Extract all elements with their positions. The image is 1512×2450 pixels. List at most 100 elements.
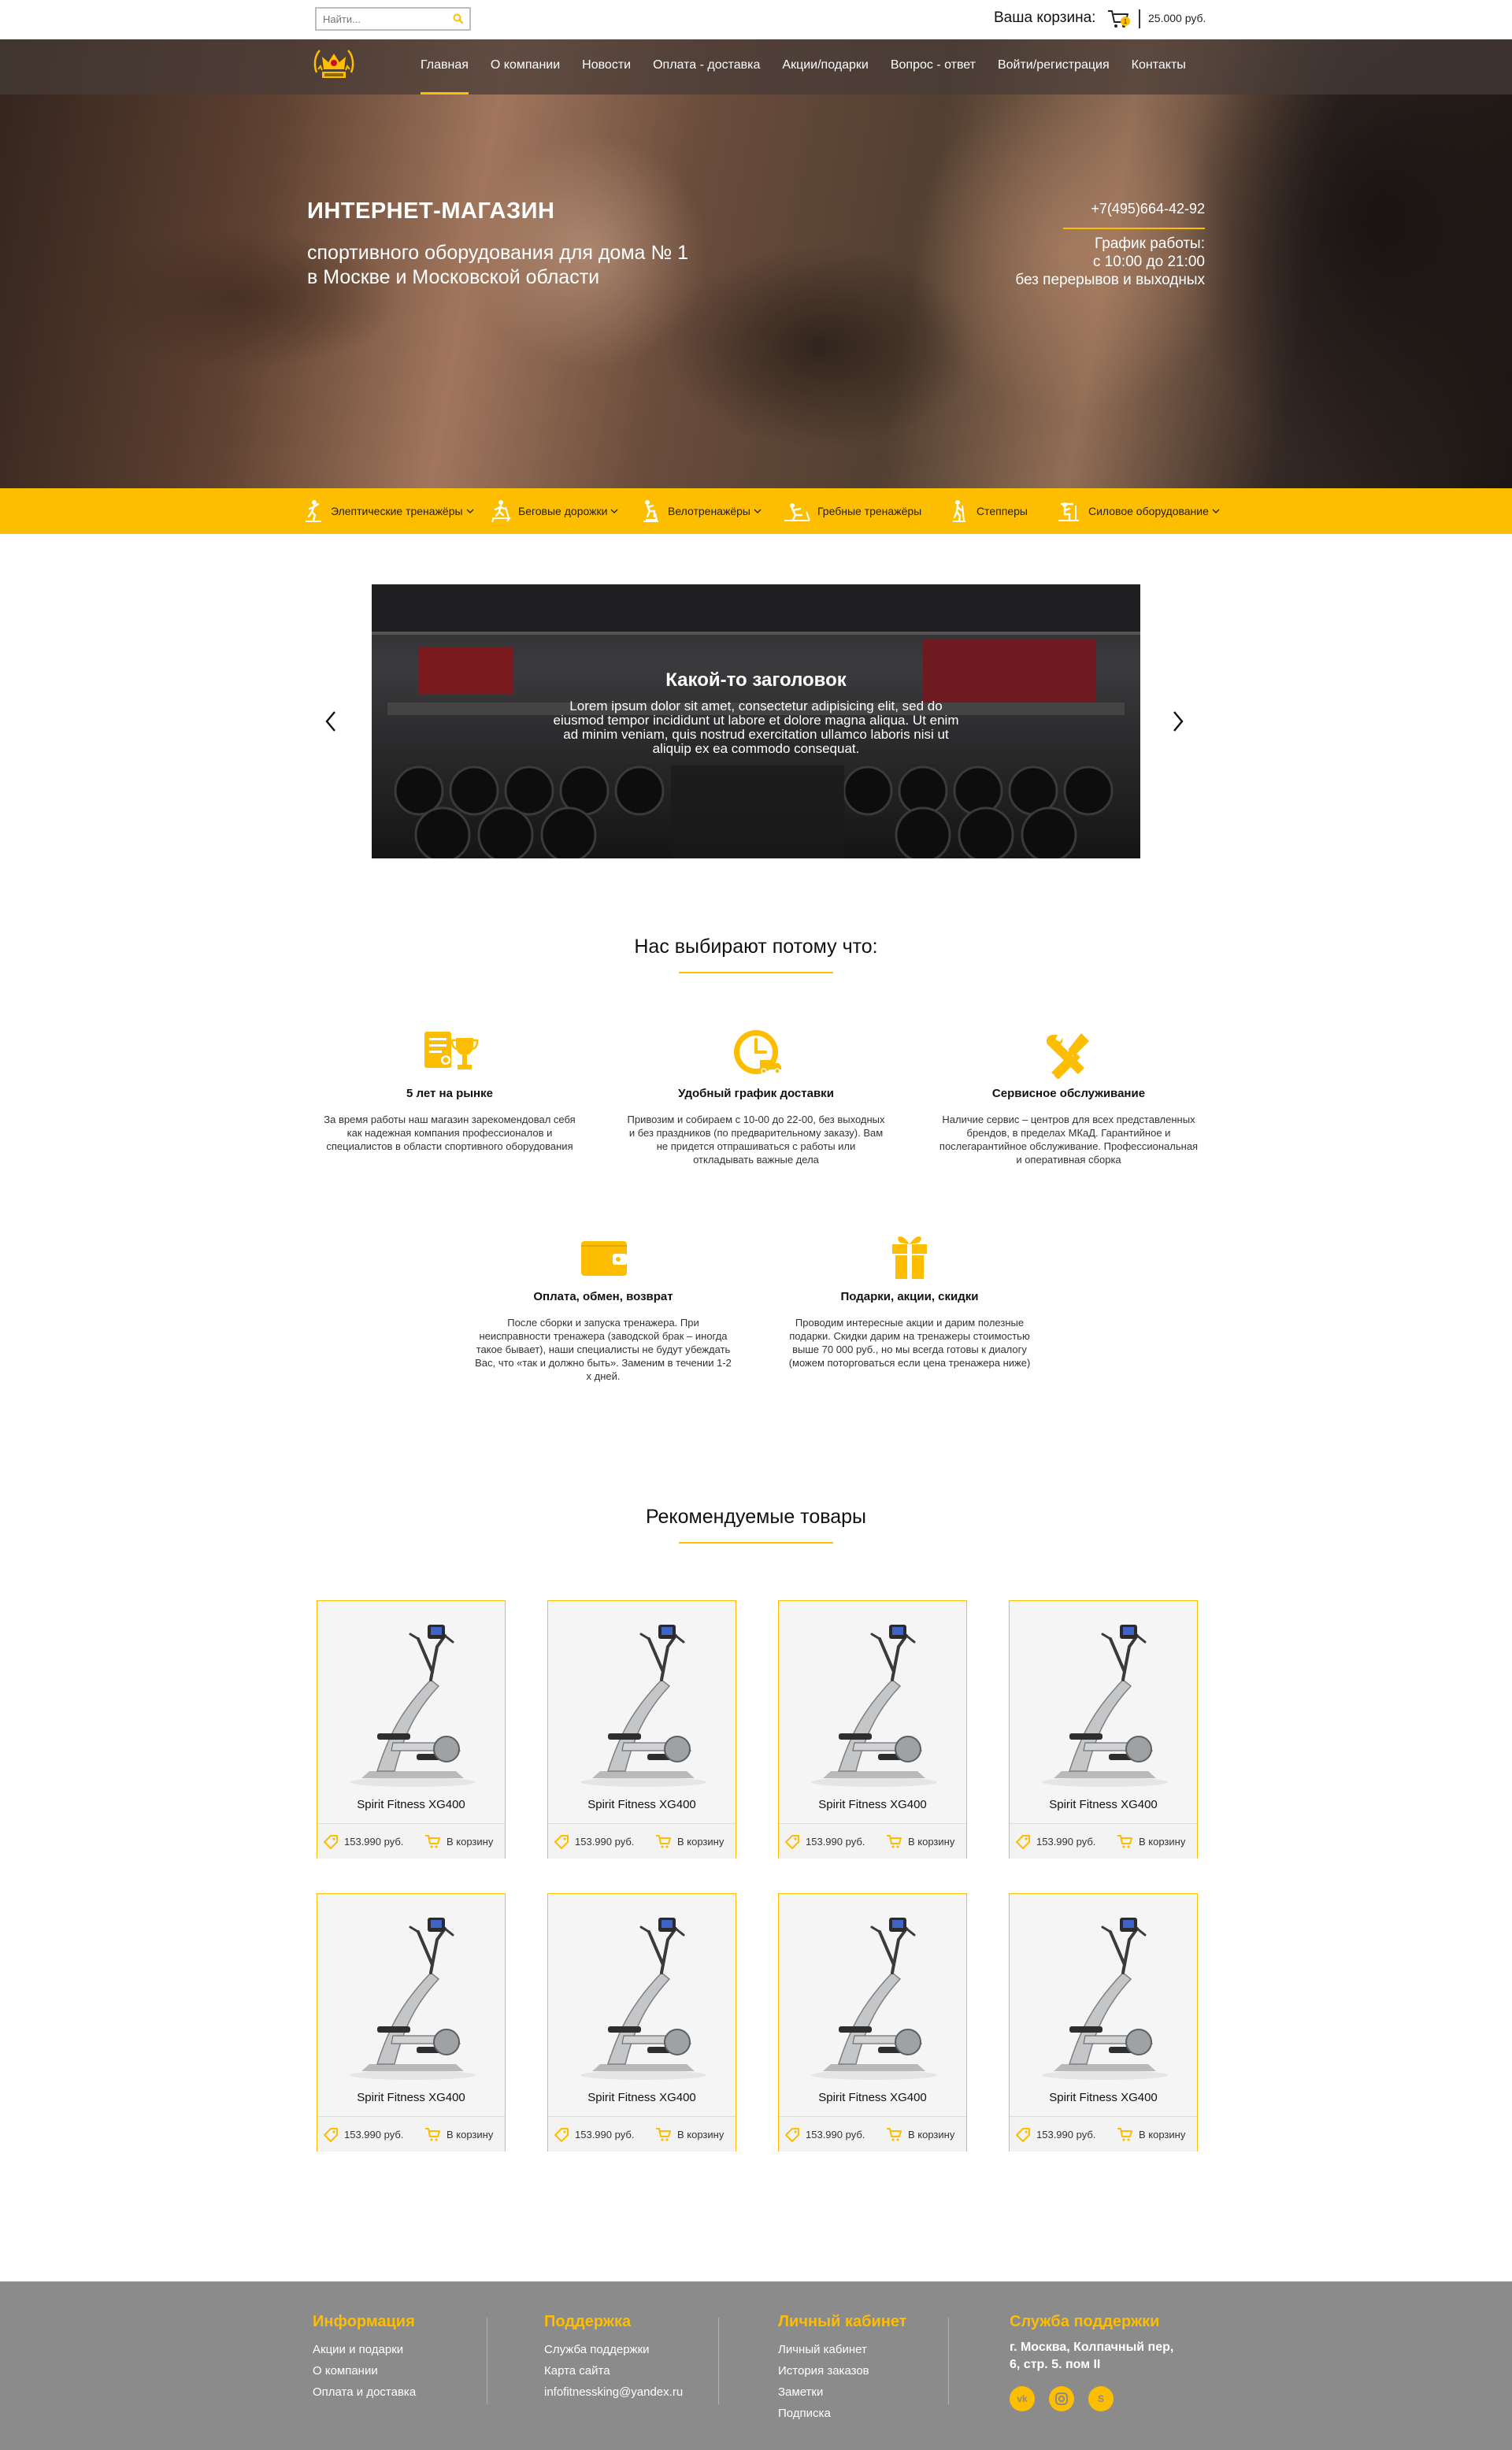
- nav-news[interactable]: Новости: [571, 39, 642, 95]
- feature-payment: Оплата, обмен, возврат После сборки и за…: [473, 1232, 733, 1383]
- footer-link[interactable]: Оплата и доставка: [313, 2381, 416, 2403]
- category-rowers[interactable]: Гребные тренажёры: [783, 488, 921, 534]
- add-to-cart-button[interactable]: В корзину: [908, 2129, 954, 2141]
- category-strength[interactable]: Силовое оборудование: [1055, 488, 1220, 534]
- footer-link[interactable]: Заметки: [778, 2381, 906, 2403]
- add-to-cart-button[interactable]: В корзину: [447, 2129, 493, 2141]
- add-to-cart-icon[interactable]: [1117, 2126, 1134, 2142]
- footer-link[interactable]: Акции и подарки: [313, 2339, 416, 2360]
- nav-about[interactable]: О компании: [480, 39, 571, 95]
- add-to-cart-button[interactable]: В корзину: [908, 1836, 954, 1848]
- product-image[interactable]: [576, 1910, 710, 2083]
- product-card[interactable]: Spirit Fitness XG400 153.990 руб. В корзин…: [547, 1600, 736, 1859]
- hero-phone-underline: [1063, 228, 1205, 229]
- chevron-down-icon: [754, 509, 762, 513]
- product-name[interactable]: Spirit Fitness XG400: [548, 2091, 736, 2104]
- product-card[interactable]: Spirit Fitness XG400 153.990 руб. В корзин…: [778, 1600, 967, 1859]
- slider-prev-arrow-icon[interactable]: [321, 709, 340, 734]
- product-name[interactable]: Spirit Fitness XG400: [317, 1798, 505, 1811]
- category-bikes[interactable]: Велотренажёры: [639, 488, 762, 534]
- product-card[interactable]: Spirit Fitness XG400 153.990 руб. В корзин…: [317, 1600, 506, 1859]
- footer-link[interactable]: Личный кабинет: [778, 2339, 906, 2360]
- add-to-cart-button[interactable]: В корзину: [1139, 1836, 1185, 1848]
- product-footer: 153.990 руб. В корзину: [548, 2116, 736, 2152]
- slide-text: Lorem ipsum dolor sit amet, consectetur …: [553, 699, 959, 756]
- cart-icon[interactable]: 1: [1106, 8, 1132, 30]
- product-name[interactable]: Spirit Fitness XG400: [779, 2091, 966, 2104]
- add-to-cart-button[interactable]: В корзину: [677, 1836, 724, 1848]
- add-to-cart-icon[interactable]: [655, 1833, 673, 1849]
- product-price: 153.990 руб.: [806, 2129, 865, 2141]
- add-to-cart-button[interactable]: В корзину: [447, 1836, 493, 1848]
- cart-total[interactable]: 25.000 руб.: [1148, 12, 1206, 24]
- product-name[interactable]: Spirit Fitness XG400: [317, 2091, 505, 2104]
- add-to-cart-icon[interactable]: [424, 1833, 442, 1849]
- nav-contacts[interactable]: Контакты: [1121, 39, 1197, 95]
- footer-link[interactable]: Подписка: [778, 2403, 906, 2424]
- search-input[interactable]: [317, 9, 443, 29]
- product-name[interactable]: Spirit Fitness XG400: [548, 1798, 736, 1811]
- product-image[interactable]: [1038, 1910, 1172, 2083]
- nav-menu: Главная О компании Новости Оплата - дост…: [410, 39, 1197, 95]
- vk-icon[interactable]: vk: [1010, 2386, 1035, 2411]
- feature-delivery: Удобный график доставки Привозим и собир…: [626, 1029, 886, 1166]
- bike-icon: [643, 500, 658, 522]
- add-to-cart-icon[interactable]: [886, 2126, 903, 2142]
- hero-phone[interactable]: +7(495)664-42-92: [1091, 201, 1205, 217]
- search-box[interactable]: [315, 7, 471, 31]
- category-elliptical[interactable]: Элептические тренажёры: [302, 488, 474, 534]
- footer-email-link[interactable]: infofitnessking@yandex.ru: [544, 2381, 683, 2403]
- add-to-cart-button[interactable]: В корзину: [1139, 2129, 1185, 2141]
- feature-service: Сервисное обслуживание Наличие сервис – …: [939, 1029, 1199, 1166]
- strength-icon: [1058, 502, 1079, 521]
- add-to-cart-icon[interactable]: [655, 2126, 673, 2142]
- product-image[interactable]: [807, 1617, 941, 1790]
- price-tag-icon: [322, 1833, 339, 1851]
- product-card[interactable]: Spirit Fitness XG400 153.990 руб. В корзин…: [547, 1893, 736, 2152]
- footer-link[interactable]: Карта сайта: [544, 2360, 683, 2381]
- product-card[interactable]: Spirit Fitness XG400 153.990 руб. В корзин…: [1009, 1893, 1198, 2152]
- nav-login[interactable]: Войти/регистрация: [987, 39, 1121, 95]
- footer-link[interactable]: О компании: [313, 2360, 416, 2381]
- product-card[interactable]: Spirit Fitness XG400 153.990 руб. В корзин…: [317, 1893, 506, 2152]
- category-label: Силовое оборудование: [1088, 505, 1209, 517]
- price-tag-icon: [553, 2126, 570, 2144]
- search-icon[interactable]: [452, 13, 465, 25]
- image-slider[interactable]: Какой-то заголовок Lorem ipsum dolor sit…: [372, 584, 1140, 858]
- certificate-trophy-icon: [424, 1032, 479, 1069]
- product-image[interactable]: [1038, 1617, 1172, 1790]
- product-card[interactable]: Spirit Fitness XG400 153.990 руб. В корзин…: [778, 1893, 967, 2152]
- footer-link[interactable]: История заказов: [778, 2360, 906, 2381]
- product-image[interactable]: [576, 1617, 710, 1790]
- add-to-cart-icon[interactable]: [1117, 1833, 1134, 1849]
- footer-divider: [718, 2318, 719, 2404]
- slider-next-arrow-icon[interactable]: [1169, 709, 1188, 734]
- add-to-cart-icon[interactable]: [424, 2126, 442, 2142]
- nav-faq[interactable]: Вопрос - ответ: [880, 39, 987, 95]
- nav-home[interactable]: Главная: [410, 39, 480, 95]
- social-links: vk S: [1010, 2386, 1173, 2411]
- product-footer: 153.990 руб. В корзину: [317, 1823, 505, 1859]
- product-name[interactable]: Spirit Fitness XG400: [1010, 2091, 1197, 2104]
- category-treadmills[interactable]: Беговые дорожки: [490, 488, 618, 534]
- feature-title: Подарки, акции, скидки: [840, 1290, 979, 1303]
- category-steppers[interactable]: Степперы: [948, 488, 1028, 534]
- footer-address-line1: г. Москва, Колпачный пер,: [1010, 2341, 1174, 2354]
- instagram-icon[interactable]: [1049, 2386, 1074, 2411]
- footer-link[interactable]: Служба поддержки: [544, 2339, 683, 2360]
- product-image[interactable]: [346, 1617, 480, 1790]
- why-us-underline: [679, 972, 833, 973]
- product-card[interactable]: Spirit Fitness XG400 153.990 руб. В корзин…: [1009, 1600, 1198, 1859]
- skype-icon[interactable]: S: [1088, 2386, 1114, 2411]
- crown-logo-icon[interactable]: [312, 46, 356, 87]
- nav-payment-delivery[interactable]: Оплата - доставка: [642, 39, 771, 95]
- product-name[interactable]: Spirit Fitness XG400: [779, 1798, 966, 1811]
- nav-promotions[interactable]: Акции/подарки: [771, 39, 879, 95]
- add-to-cart-icon[interactable]: [886, 1833, 903, 1849]
- product-image[interactable]: [346, 1910, 480, 2083]
- hero-subtitle: спортивного оборудования для дома № 1 в …: [307, 241, 748, 290]
- product-image[interactable]: [807, 1910, 941, 2083]
- recommended-underline: [679, 1542, 833, 1544]
- product-name[interactable]: Spirit Fitness XG400: [1010, 1798, 1197, 1811]
- add-to-cart-button[interactable]: В корзину: [677, 2129, 724, 2141]
